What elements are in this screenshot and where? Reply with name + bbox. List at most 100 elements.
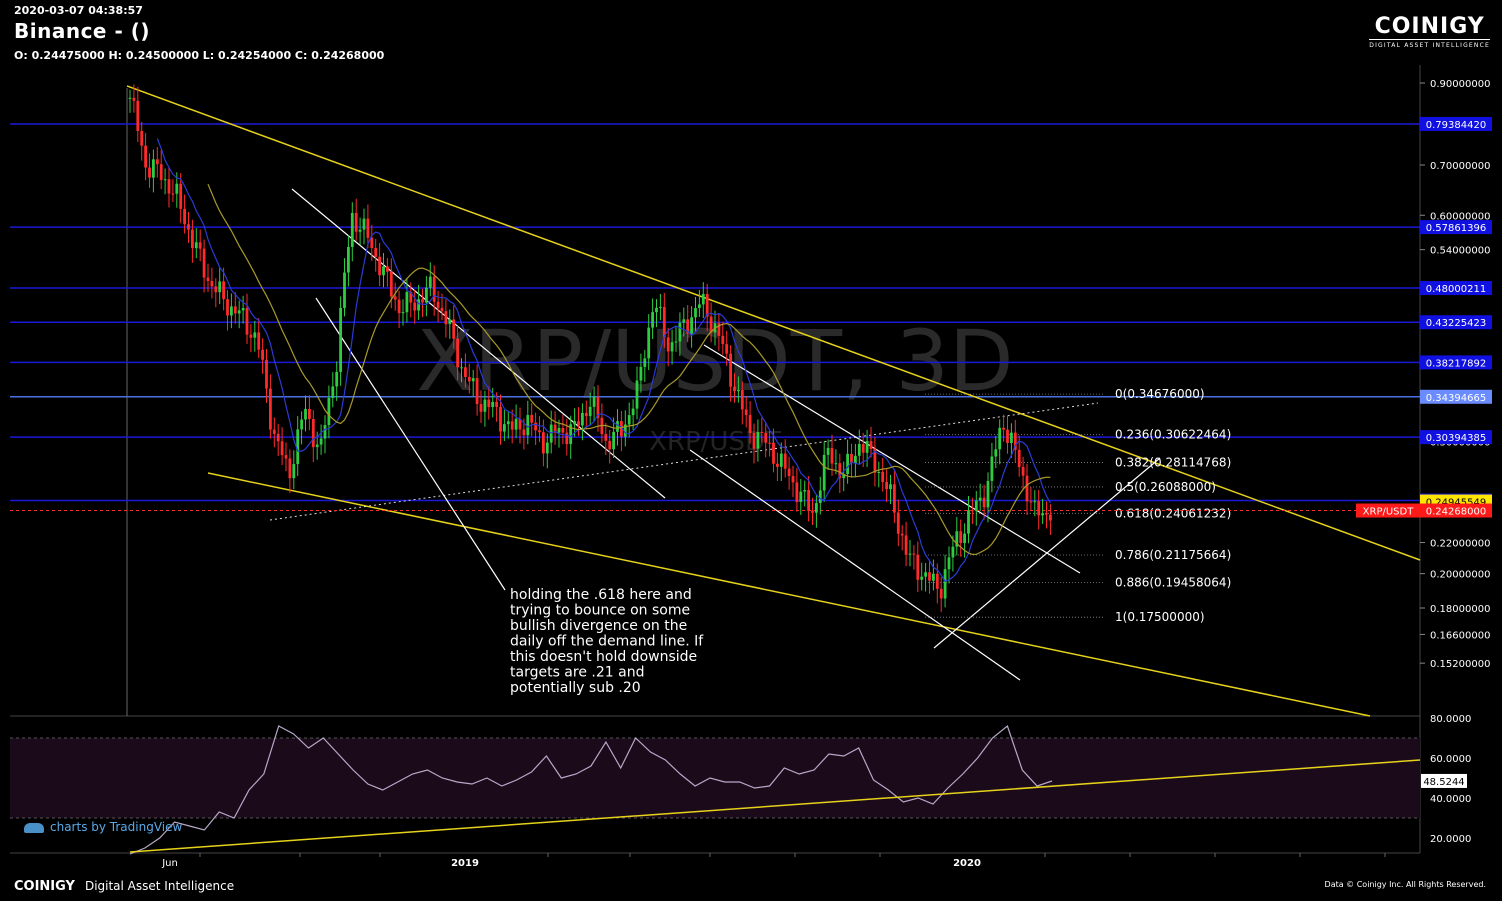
candle-body bbox=[1006, 429, 1009, 443]
candle-body bbox=[448, 319, 452, 325]
candle-body bbox=[740, 390, 744, 410]
candle-body bbox=[701, 294, 705, 305]
candle-body bbox=[315, 444, 319, 448]
candle-body bbox=[386, 266, 389, 272]
candle-body bbox=[362, 218, 366, 230]
coinigy-logo: COINIGY DIGITAL ASSET INTELLIGENCE bbox=[1369, 14, 1490, 49]
candle-body bbox=[939, 588, 943, 599]
candle-body bbox=[1017, 449, 1021, 467]
candle-body bbox=[358, 229, 362, 232]
candle-body bbox=[222, 281, 225, 300]
candle-body bbox=[1025, 475, 1029, 502]
candle-body bbox=[998, 427, 1002, 450]
candle-body bbox=[339, 307, 342, 372]
candle-body bbox=[756, 431, 760, 449]
candle-body bbox=[830, 447, 834, 464]
candle-body bbox=[694, 308, 697, 318]
candle-body bbox=[900, 533, 904, 536]
exchange-title: Binance - () bbox=[14, 19, 150, 43]
candle-body bbox=[772, 442, 775, 464]
candle-body bbox=[331, 386, 335, 398]
candle-body bbox=[319, 438, 323, 445]
candle-body bbox=[226, 299, 229, 316]
candle-body bbox=[776, 463, 779, 467]
footer-brand: COINIGY Digital Asset Intelligence bbox=[14, 879, 234, 894]
candle-body bbox=[655, 307, 658, 313]
candle-body bbox=[253, 332, 257, 338]
candle-body bbox=[503, 424, 506, 432]
candle-body bbox=[464, 367, 467, 377]
candle-body bbox=[198, 242, 202, 249]
candle-body bbox=[374, 248, 378, 257]
candle-body bbox=[573, 421, 576, 425]
candle-body bbox=[335, 371, 339, 387]
candle-body bbox=[612, 431, 615, 450]
candle-body bbox=[1045, 513, 1048, 515]
candle-body bbox=[924, 572, 927, 577]
candle-body bbox=[366, 218, 370, 238]
candle-body bbox=[662, 306, 666, 338]
candle-body bbox=[230, 306, 233, 316]
fib-label: 0.5(0.26088000) bbox=[1115, 480, 1216, 494]
candle-body bbox=[475, 378, 479, 405]
candle-body bbox=[534, 422, 537, 431]
candle-body bbox=[183, 208, 186, 225]
time-tick-label: 2019 bbox=[451, 858, 479, 869]
tradingview-credit[interactable]: charts by TradingView bbox=[24, 820, 182, 834]
candle-body bbox=[510, 421, 514, 430]
candle-body bbox=[932, 573, 935, 581]
candle-body bbox=[140, 130, 144, 146]
price-tick-label: 0.90000000 bbox=[1430, 79, 1490, 90]
candle-body bbox=[405, 291, 409, 313]
candle-body bbox=[670, 342, 674, 352]
candle-body bbox=[908, 553, 912, 555]
candle-body bbox=[647, 327, 651, 359]
candle-body bbox=[725, 344, 729, 354]
candle-body bbox=[163, 179, 167, 181]
candle-body bbox=[592, 396, 596, 407]
candle-body bbox=[943, 569, 947, 599]
price-chart[interactable]: XRP/USDT, 3DXRP/USDT0(0.34676000)0.236(0… bbox=[0, 0, 1502, 901]
candle-body bbox=[272, 429, 276, 434]
candle-body bbox=[436, 301, 440, 308]
candle-body bbox=[889, 484, 892, 490]
level-tag: 0.57861396 bbox=[1426, 223, 1486, 234]
candle-body bbox=[542, 432, 545, 454]
candle-body bbox=[818, 490, 822, 504]
candle-body bbox=[885, 482, 888, 490]
candle-body bbox=[971, 510, 974, 512]
candle-body bbox=[631, 408, 635, 416]
time-tick-label: 2020 bbox=[953, 858, 981, 869]
candle-body bbox=[417, 299, 420, 311]
candle-body bbox=[179, 183, 183, 209]
candle-body bbox=[389, 271, 393, 297]
timestamp: 2020-03-07 04:38:57 bbox=[14, 4, 143, 17]
candle-body bbox=[795, 482, 799, 502]
candle-body bbox=[1049, 514, 1052, 521]
candle-body bbox=[577, 421, 580, 426]
candle-body bbox=[651, 312, 654, 328]
candle-body bbox=[1029, 501, 1033, 503]
candle-body bbox=[557, 428, 561, 433]
candle-body bbox=[822, 454, 826, 491]
candle-body bbox=[452, 319, 456, 339]
candle-body bbox=[635, 380, 639, 409]
candle-body bbox=[748, 415, 752, 434]
level-tag: 0.48000211 bbox=[1426, 284, 1486, 295]
candle-body bbox=[791, 476, 795, 483]
candle-body bbox=[881, 472, 885, 483]
candle-body bbox=[257, 332, 261, 350]
candle-body bbox=[155, 159, 159, 165]
level-tag: 0.38217892 bbox=[1426, 358, 1486, 369]
candle-body bbox=[768, 442, 771, 444]
candle-body bbox=[171, 193, 175, 195]
candle-body bbox=[896, 512, 900, 534]
candle-body bbox=[760, 431, 764, 433]
time-tick-label: Jun bbox=[161, 858, 178, 869]
candle-body bbox=[744, 409, 748, 416]
candle-body bbox=[382, 266, 385, 276]
candle-body bbox=[421, 299, 424, 303]
candle-body bbox=[893, 484, 896, 513]
ohlc-readout: O: 0.24475000 H: 0.24500000 L: 0.2425400… bbox=[14, 49, 385, 62]
candle-body bbox=[904, 535, 908, 555]
